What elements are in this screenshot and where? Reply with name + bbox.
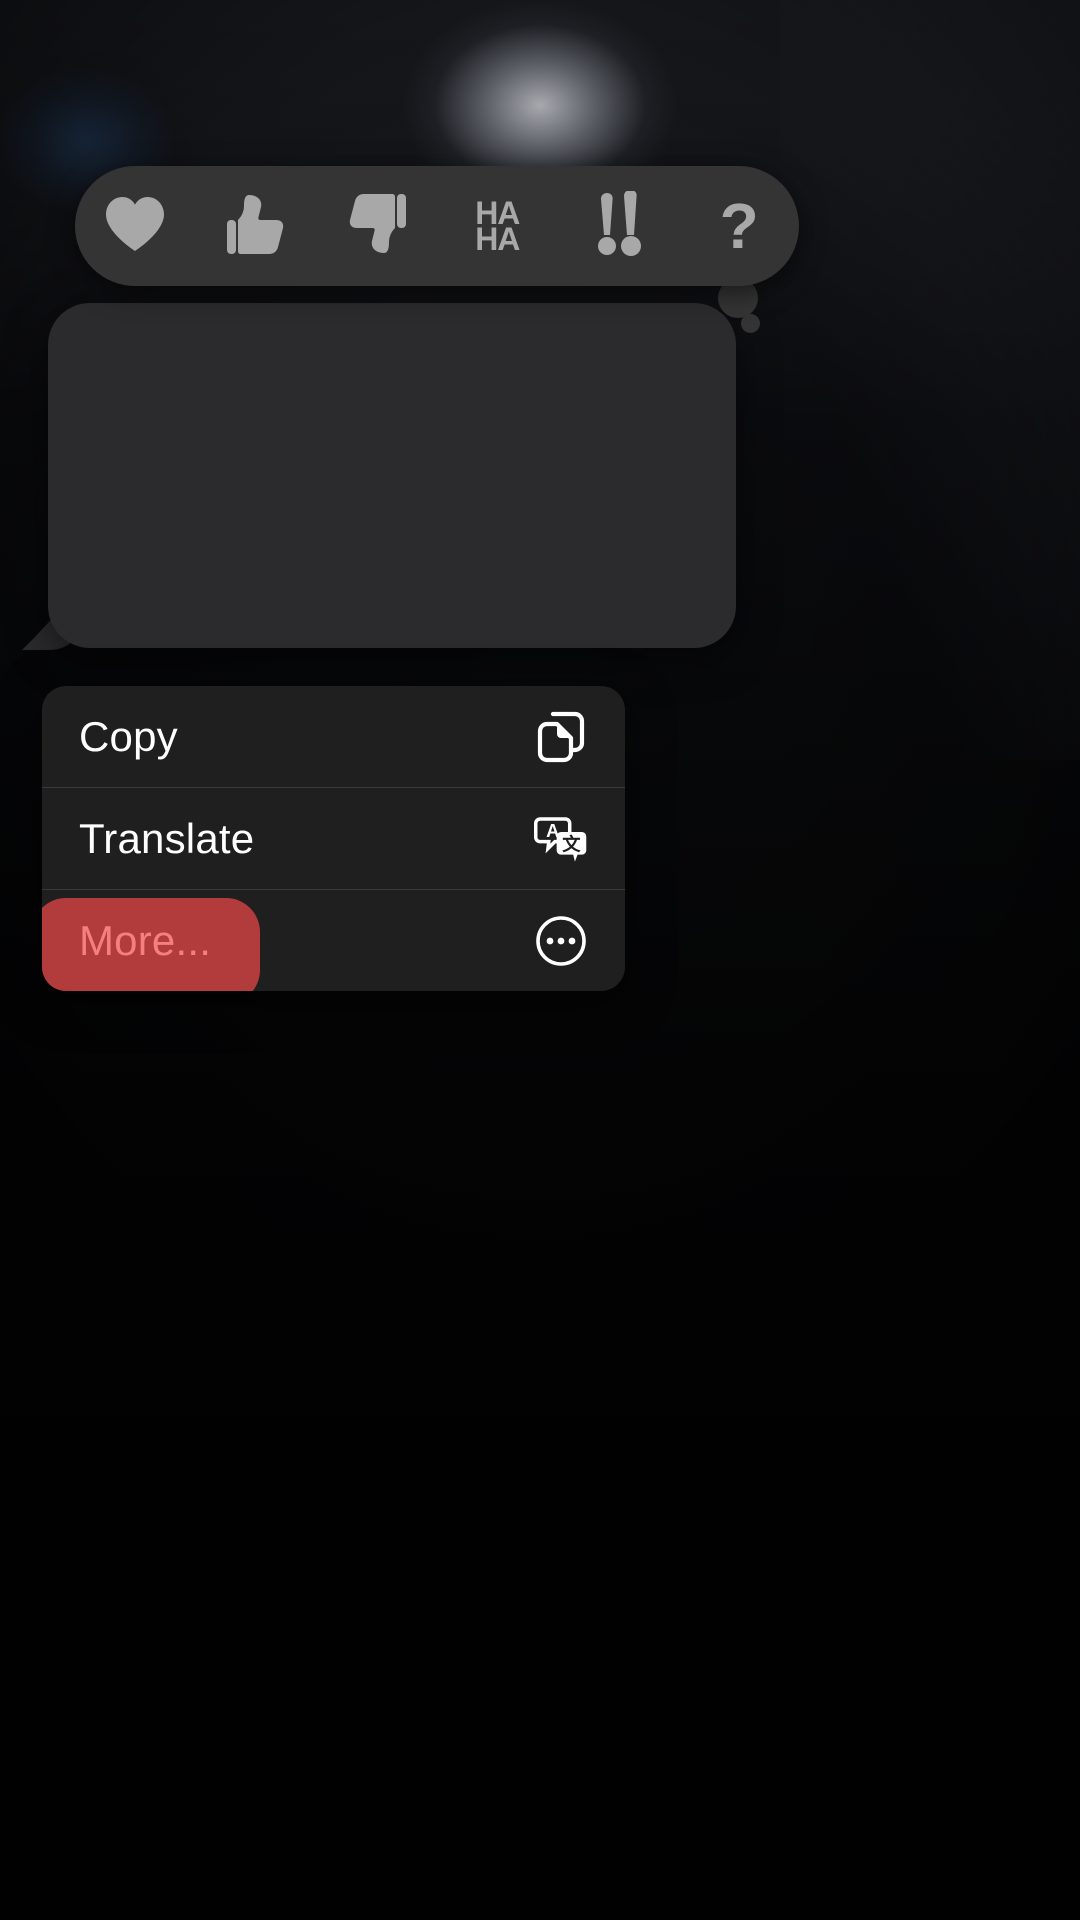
- tapback-exclamation-button[interactable]: [570, 178, 666, 274]
- tapback-thumbs-up-button[interactable]: [208, 178, 304, 274]
- menu-item-more[interactable]: More...: [42, 890, 625, 991]
- menu-item-translate-label: Translate: [79, 814, 255, 862]
- tapback-haha-button[interactable]: HA HA: [449, 178, 545, 274]
- copy-icon: [534, 710, 588, 764]
- double-exclamation-icon: [589, 189, 647, 262]
- tapback-thumbs-down-button[interactable]: [329, 178, 425, 274]
- question-mark-icon: ?: [719, 190, 759, 262]
- menu-item-copy[interactable]: Copy: [42, 686, 625, 787]
- tapback-question-button[interactable]: ?: [691, 178, 787, 274]
- heart-icon: [104, 196, 166, 257]
- focused-message-bubble[interactable]: [48, 303, 736, 648]
- context-menu[interactable]: Copy Translate A 文 More...: [42, 686, 625, 991]
- haha-line-1: HA HA: [475, 194, 520, 257]
- thumbs-down-icon: [348, 193, 406, 260]
- ellipsis-circle-icon: [534, 914, 588, 968]
- tapback-reaction-bar[interactable]: HA HA ?: [75, 166, 799, 286]
- thumbs-up-icon: [226, 193, 285, 260]
- translate-icon: A 文: [534, 812, 588, 866]
- menu-item-copy-label: Copy: [79, 712, 178, 760]
- tapback-heart-button[interactable]: [87, 178, 183, 274]
- svg-text:文: 文: [562, 833, 581, 854]
- menu-item-translate[interactable]: Translate A 文: [42, 788, 625, 889]
- menu-item-more-label: More...: [79, 916, 212, 964]
- haha-icon: HA HA: [475, 197, 520, 255]
